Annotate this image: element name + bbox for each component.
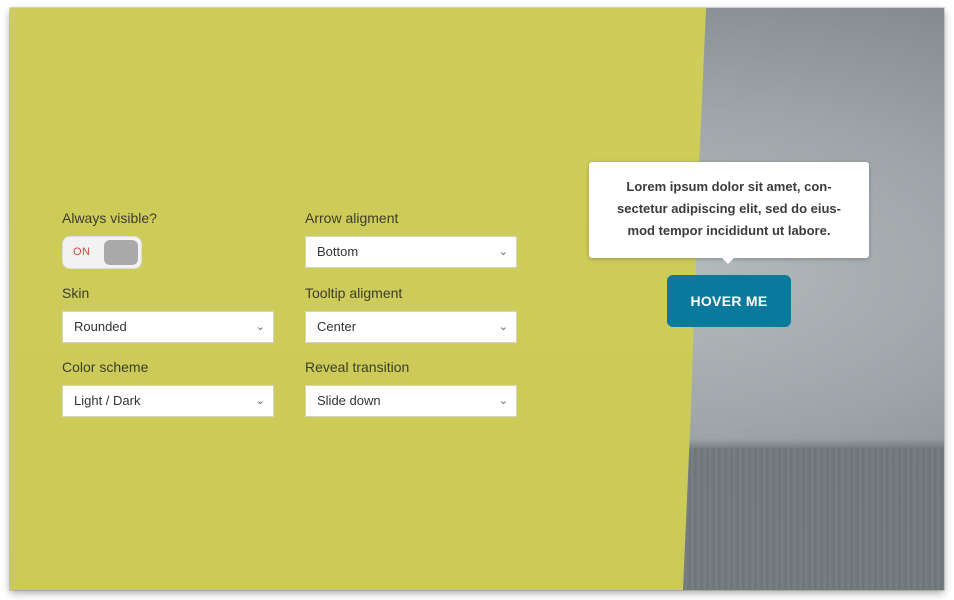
hover-me-button[interactable]: HOVER ME: [667, 275, 791, 327]
arrow-alignment-select[interactable]: Bottom ⌄: [305, 236, 517, 268]
skin-label: Skin: [62, 285, 90, 301]
always-visible-toggle[interactable]: ON: [62, 236, 142, 269]
color-scheme-label: Color scheme: [62, 359, 149, 375]
chevron-down-icon: ⌄: [498, 395, 508, 407]
reveal-transition-label: Reveal transition: [305, 359, 410, 375]
toggle-knob: [104, 240, 138, 265]
chevron-down-icon: ⌄: [498, 321, 508, 333]
chevron-down-icon: ⌄: [498, 246, 508, 258]
always-visible-label: Always visible?: [62, 210, 157, 226]
skin-select-value: Rounded: [74, 319, 127, 334]
chevron-down-icon: ⌄: [255, 395, 265, 407]
tooltip-alignment-select-value: Center: [317, 319, 357, 334]
reveal-transition-select[interactable]: Slide down ⌄: [305, 385, 517, 417]
skin-select[interactable]: Rounded ⌄: [62, 311, 274, 343]
demo-frame: Always visible? ON Skin Rounded ⌄ Color …: [10, 8, 944, 590]
toggle-state-label: ON: [73, 246, 91, 258]
chevron-down-icon: ⌄: [255, 321, 265, 333]
color-scheme-select[interactable]: Light / Dark ⌄: [62, 385, 274, 417]
tooltip-arrow: [721, 257, 735, 264]
background-photo-floor: [683, 448, 944, 590]
reveal-transition-select-value: Slide down: [317, 393, 381, 408]
tooltip-text: Lorem ipsum dolor sit amet, con-sectetur…: [617, 179, 841, 238]
color-scheme-select-value: Light / Dark: [74, 393, 141, 408]
arrow-alignment-label: Arrow aligment: [305, 210, 399, 226]
tooltip-alignment-select[interactable]: Center ⌄: [305, 311, 517, 343]
arrow-alignment-select-value: Bottom: [317, 244, 359, 259]
tooltip-alignment-label: Tooltip aligment: [305, 285, 403, 301]
tooltip: Lorem ipsum dolor sit amet, con-sectetur…: [589, 162, 869, 264]
